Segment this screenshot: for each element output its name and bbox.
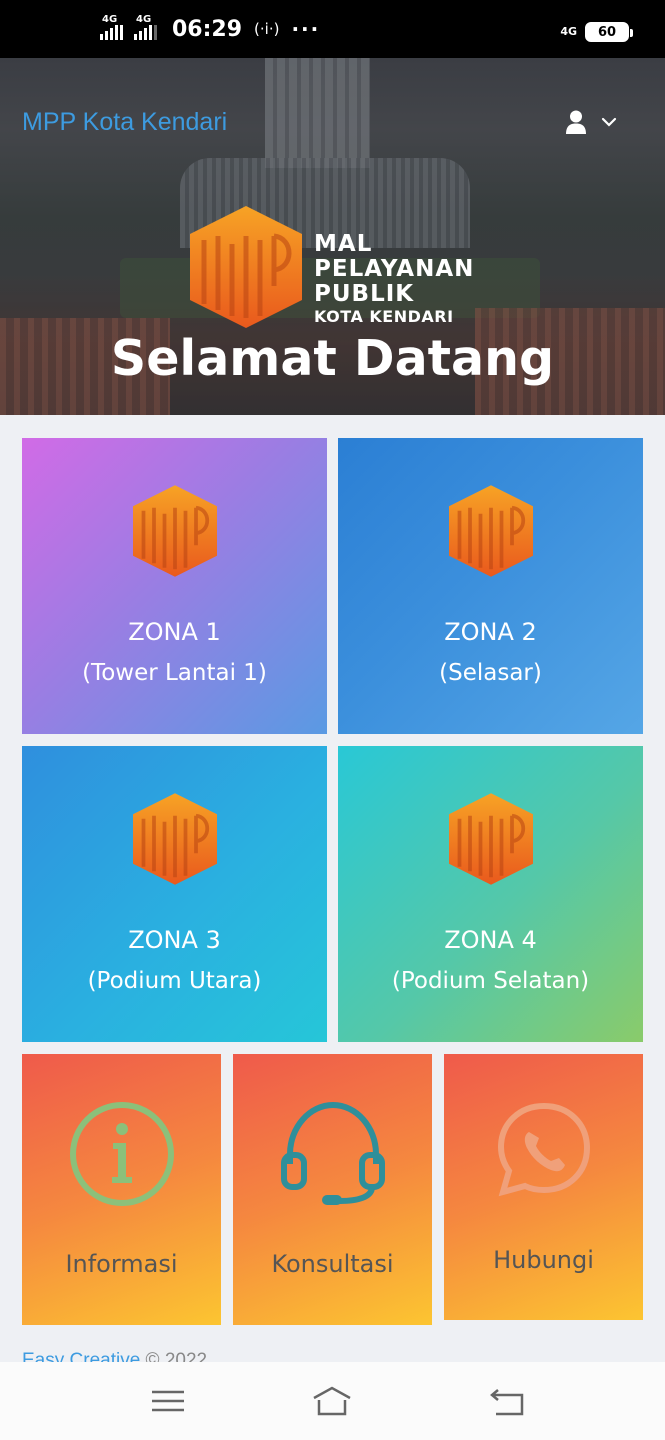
zone-2-tile[interactable]: ZONA 2 (Selasar): [338, 438, 643, 734]
logo-line-1: MAL: [314, 231, 373, 257]
menu-icon[interactable]: [148, 1384, 188, 1418]
logo-line-3: PUBLIK: [314, 281, 415, 307]
mpp-logo-icon: [132, 485, 217, 577]
welcome-heading: Selamat Datang: [110, 330, 555, 387]
zone-subtitle: (Podium Utara): [87, 968, 262, 994]
more-notifications-icon: ···: [291, 17, 321, 41]
status-left: 4G 4G 06:29 (·i·) ···: [100, 14, 321, 42]
user-icon: [566, 110, 586, 134]
zone-3-tile[interactable]: ZONA 3 (Podium Utara): [22, 746, 327, 1042]
status-right: 4G 60: [560, 22, 633, 42]
back-icon[interactable]: [488, 1384, 528, 1418]
info-icon: [69, 1102, 174, 1206]
mpp-logo-icon: [448, 793, 533, 885]
konsultasi-tile[interactable]: Konsultasi: [233, 1054, 432, 1325]
zone-subtitle: (Tower Lantai 1): [82, 660, 267, 686]
zone-subtitle: (Podium Selatan): [391, 968, 590, 994]
mpp-logo-icon: [132, 793, 217, 885]
informasi-label: Informasi: [65, 1250, 178, 1278]
chevron-down-icon: [601, 117, 617, 127]
system-nav-bar: [0, 1362, 665, 1440]
mpp-logo: MAL PELAYANAN PUBLIK KOTA KENDARI: [190, 206, 480, 331]
sim2-network-label: 4G: [136, 14, 152, 25]
hubungi-label: Hubungi: [493, 1246, 594, 1274]
mpp-logo-icon: [448, 485, 533, 577]
clock: 06:29: [172, 16, 243, 42]
user-menu-toggle[interactable]: [565, 110, 617, 134]
zone-title: ZONA 2: [444, 618, 537, 646]
mpp-logo-mark-icon: [190, 206, 302, 328]
whatsapp-icon: [497, 1102, 590, 1197]
logo-line-2: PELAYANAN: [314, 256, 475, 282]
logo-line-4: KOTA KENDARI: [314, 307, 454, 326]
signal-sim1-icon: 4G: [100, 14, 128, 42]
battery-icon: 60: [585, 22, 633, 42]
brand-link[interactable]: MPP Kota Kendari: [22, 108, 227, 137]
hubungi-tile[interactable]: Hubungi: [444, 1054, 643, 1320]
hotspot-icon: (·i·): [254, 20, 280, 38]
zone-subtitle: (Selasar): [439, 660, 542, 686]
home-icon[interactable]: [312, 1384, 352, 1418]
zone-title: ZONA 3: [128, 926, 221, 954]
signal-sim2-icon: 4G: [134, 14, 162, 42]
sim1-network-label: 4G: [102, 14, 118, 25]
network-type-label: 4G: [560, 25, 577, 38]
hero-banner: MPP Kota Kendari MAL PELAYANAN PUBLIK KO…: [0, 58, 665, 415]
zone-title: ZONA 1: [128, 618, 221, 646]
status-bar: 4G 4G 06:29 (·i·) ··· 4G 60: [0, 0, 665, 58]
battery-level: 60: [597, 24, 617, 40]
zone-4-tile[interactable]: ZONA 4 (Podium Selatan): [338, 746, 643, 1042]
zone-title: ZONA 4: [444, 926, 537, 954]
konsultasi-label: Konsultasi: [271, 1250, 394, 1278]
mpp-logo-text: MAL PELAYANAN PUBLIK KOTA KENDARI: [314, 232, 474, 327]
informasi-tile[interactable]: Informasi: [22, 1054, 221, 1325]
headset-icon: [280, 1101, 385, 1205]
zone-1-tile[interactable]: ZONA 1 (Tower Lantai 1): [22, 438, 327, 734]
